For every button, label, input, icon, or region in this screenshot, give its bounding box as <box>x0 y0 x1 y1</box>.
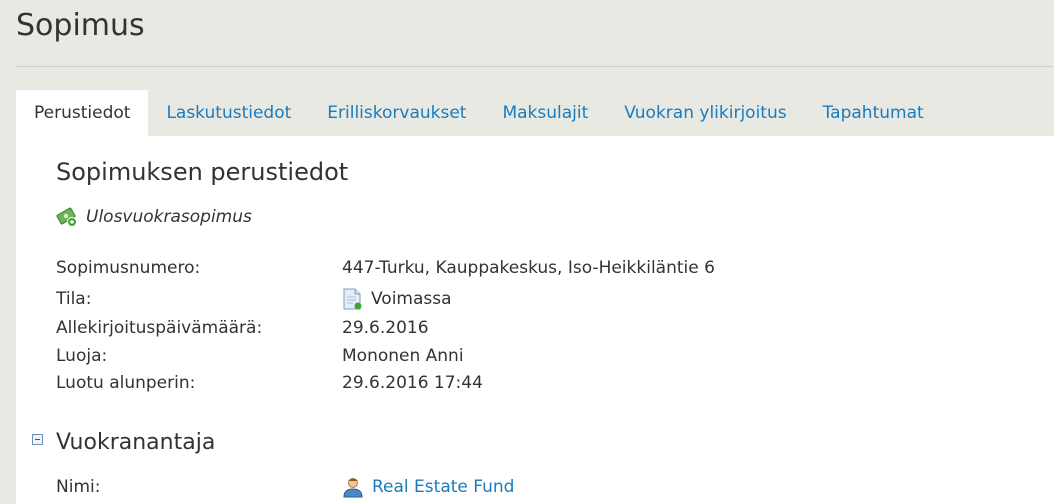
collapse-toggle-icon[interactable] <box>32 434 43 445</box>
person-icon <box>343 478 363 498</box>
document-icon <box>343 288 362 310</box>
field-row: Nimi: Real Estate Fund <box>56 476 514 498</box>
field-row: Allekirjoituspäivämäärä: 29.6.2016 <box>56 318 429 338</box>
landlord-name: Real Estate Fund <box>342 476 514 498</box>
field-label: Luotu alunperin: <box>56 373 196 393</box>
landlord-name-link[interactable]: Real Estate Fund <box>372 477 514 497</box>
contract-type: Ulosvuokrasopimus <box>56 206 252 228</box>
field-label: Sopimusnumero: <box>56 258 201 278</box>
page-title: Sopimus <box>16 8 145 43</box>
section-title-landlord: Vuokranantaja <box>56 430 216 455</box>
field-row: Tila: Voimassa <box>56 288 452 310</box>
field-value: 29.6.2016 17:44 <box>342 373 483 393</box>
field-value: Mononen Anni <box>342 346 464 366</box>
tab-bar: Perustiedot Laskutustiedot Erilliskorvau… <box>16 90 1054 136</box>
tab-laskutustiedot[interactable]: Laskutustiedot <box>148 90 309 136</box>
tab-perustiedot[interactable]: Perustiedot <box>16 90 149 136</box>
tab-erilliskorvaukset[interactable]: Erilliskorvaukset <box>309 90 484 136</box>
title-divider <box>16 66 1054 67</box>
field-label: Nimi: <box>56 477 101 497</box>
field-row: Luotu alunperin: 29.6.2016 17:44 <box>56 373 483 393</box>
field-value: 29.6.2016 <box>342 318 429 338</box>
status-value: Voimassa <box>342 288 452 310</box>
contract-type-label: Ulosvuokrasopimus <box>86 207 252 227</box>
section-title-basic-info: Sopimuksen perustiedot <box>56 158 349 186</box>
money-icon <box>56 207 77 227</box>
tab-vuokran-ylikirjoitus[interactable]: Vuokran ylikirjoitus <box>606 90 804 136</box>
field-row: Sopimusnumero: 447-Turku, Kauppakeskus, … <box>56 258 715 278</box>
field-label: Tila: <box>56 289 92 309</box>
status-text: Voimassa <box>371 289 452 309</box>
field-value: 447-Turku, Kauppakeskus, Iso-Heikkilänti… <box>342 258 715 278</box>
tab-tapahtumat[interactable]: Tapahtumat <box>805 90 942 136</box>
content-panel: Sopimuksen perustiedot Ulosvuokrasopimus… <box>16 136 1054 504</box>
field-label: Luoja: <box>56 346 108 366</box>
field-row: Luoja: Mononen Anni <box>56 346 464 366</box>
tab-maksulajit[interactable]: Maksulajit <box>484 90 606 136</box>
field-label: Allekirjoituspäivämäärä: <box>56 318 263 338</box>
